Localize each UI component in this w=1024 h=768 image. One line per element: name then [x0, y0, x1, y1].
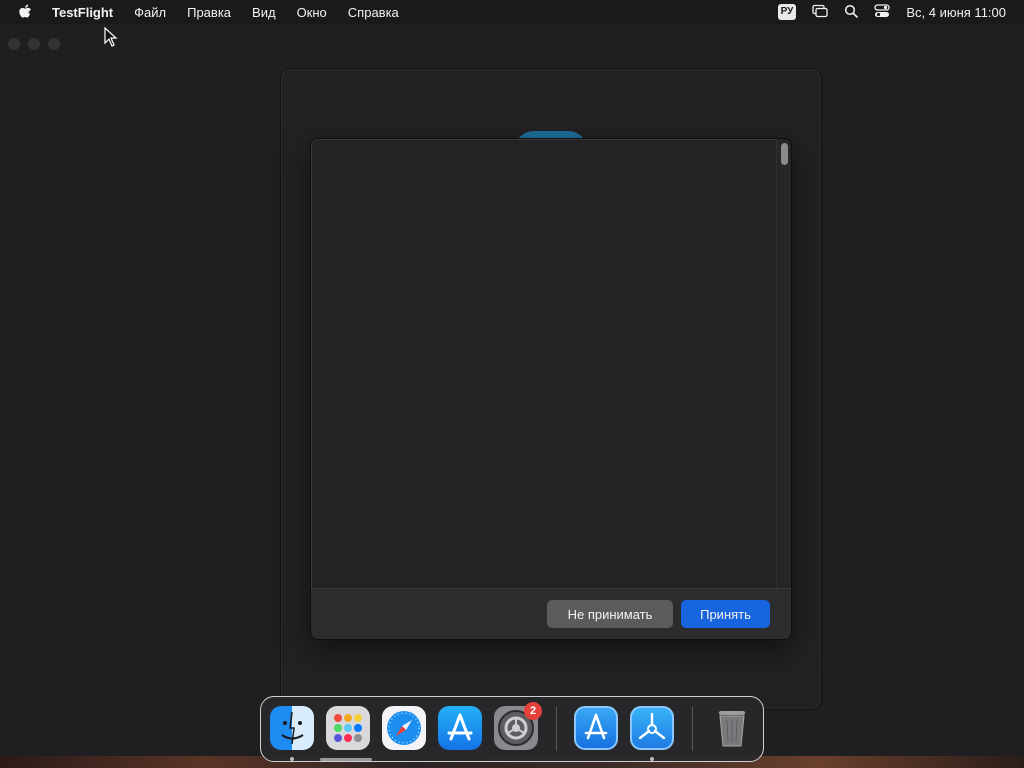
scrollbar-thumb[interactable] — [781, 143, 788, 165]
menu-bar: TestFlight Файл Правка Вид Окно Справка … — [0, 0, 1024, 24]
menu-help[interactable]: Справка — [348, 5, 399, 20]
agreement-text-area[interactable] — [311, 139, 777, 589]
zoom-window-button[interactable] — [48, 38, 60, 50]
menu-edit[interactable]: Правка — [187, 5, 231, 20]
close-window-button[interactable] — [8, 38, 20, 50]
finder-running-indicator — [290, 757, 294, 761]
agreement-sheet: Не принимать Принять — [310, 138, 792, 640]
minimize-window-button[interactable] — [28, 38, 40, 50]
app-store-icon[interactable] — [438, 706, 482, 750]
input-source-badge[interactable]: РУ — [777, 4, 797, 20]
menu-bar-clock[interactable]: Вс, 4 июня 11:00 — [906, 5, 1006, 20]
menu-window[interactable]: Окно — [297, 5, 327, 20]
search-icon[interactable] — [844, 4, 859, 21]
decline-button[interactable]: Не принимать — [547, 600, 673, 628]
xcode-app-store-icon[interactable] — [574, 706, 618, 750]
menu-view[interactable]: Вид — [252, 5, 276, 20]
mouse-cursor-icon — [104, 26, 118, 52]
menu-file[interactable]: Файл — [134, 5, 166, 20]
dock-separator — [556, 707, 557, 751]
dock — [260, 696, 764, 762]
menu-bar-status-area: РУ Вс, 4 июня 11:00 — [777, 0, 1024, 24]
launchpad-icon[interactable] — [326, 706, 370, 750]
apple-icon[interactable] — [18, 4, 34, 20]
agreement-scrollbar[interactable] — [776, 139, 791, 589]
testflight-icon[interactable] — [630, 706, 674, 750]
safari-icon[interactable] — [382, 706, 426, 750]
testflight-running-indicator — [650, 757, 654, 761]
finder-icon[interactable] — [270, 706, 314, 750]
dock-separator — [692, 707, 693, 751]
sheet-footer: Не принимать Принять — [311, 588, 791, 639]
launchpad-indicator — [320, 758, 372, 761]
accept-button[interactable]: Принять — [681, 600, 770, 628]
settings-notification-badge: 2 — [524, 702, 542, 720]
control-center-icon[interactable] — [874, 3, 890, 21]
trash-icon[interactable] — [710, 706, 754, 750]
screen-mirroring-icon[interactable] — [812, 4, 828, 21]
menu-app-name[interactable]: TestFlight — [52, 5, 113, 20]
